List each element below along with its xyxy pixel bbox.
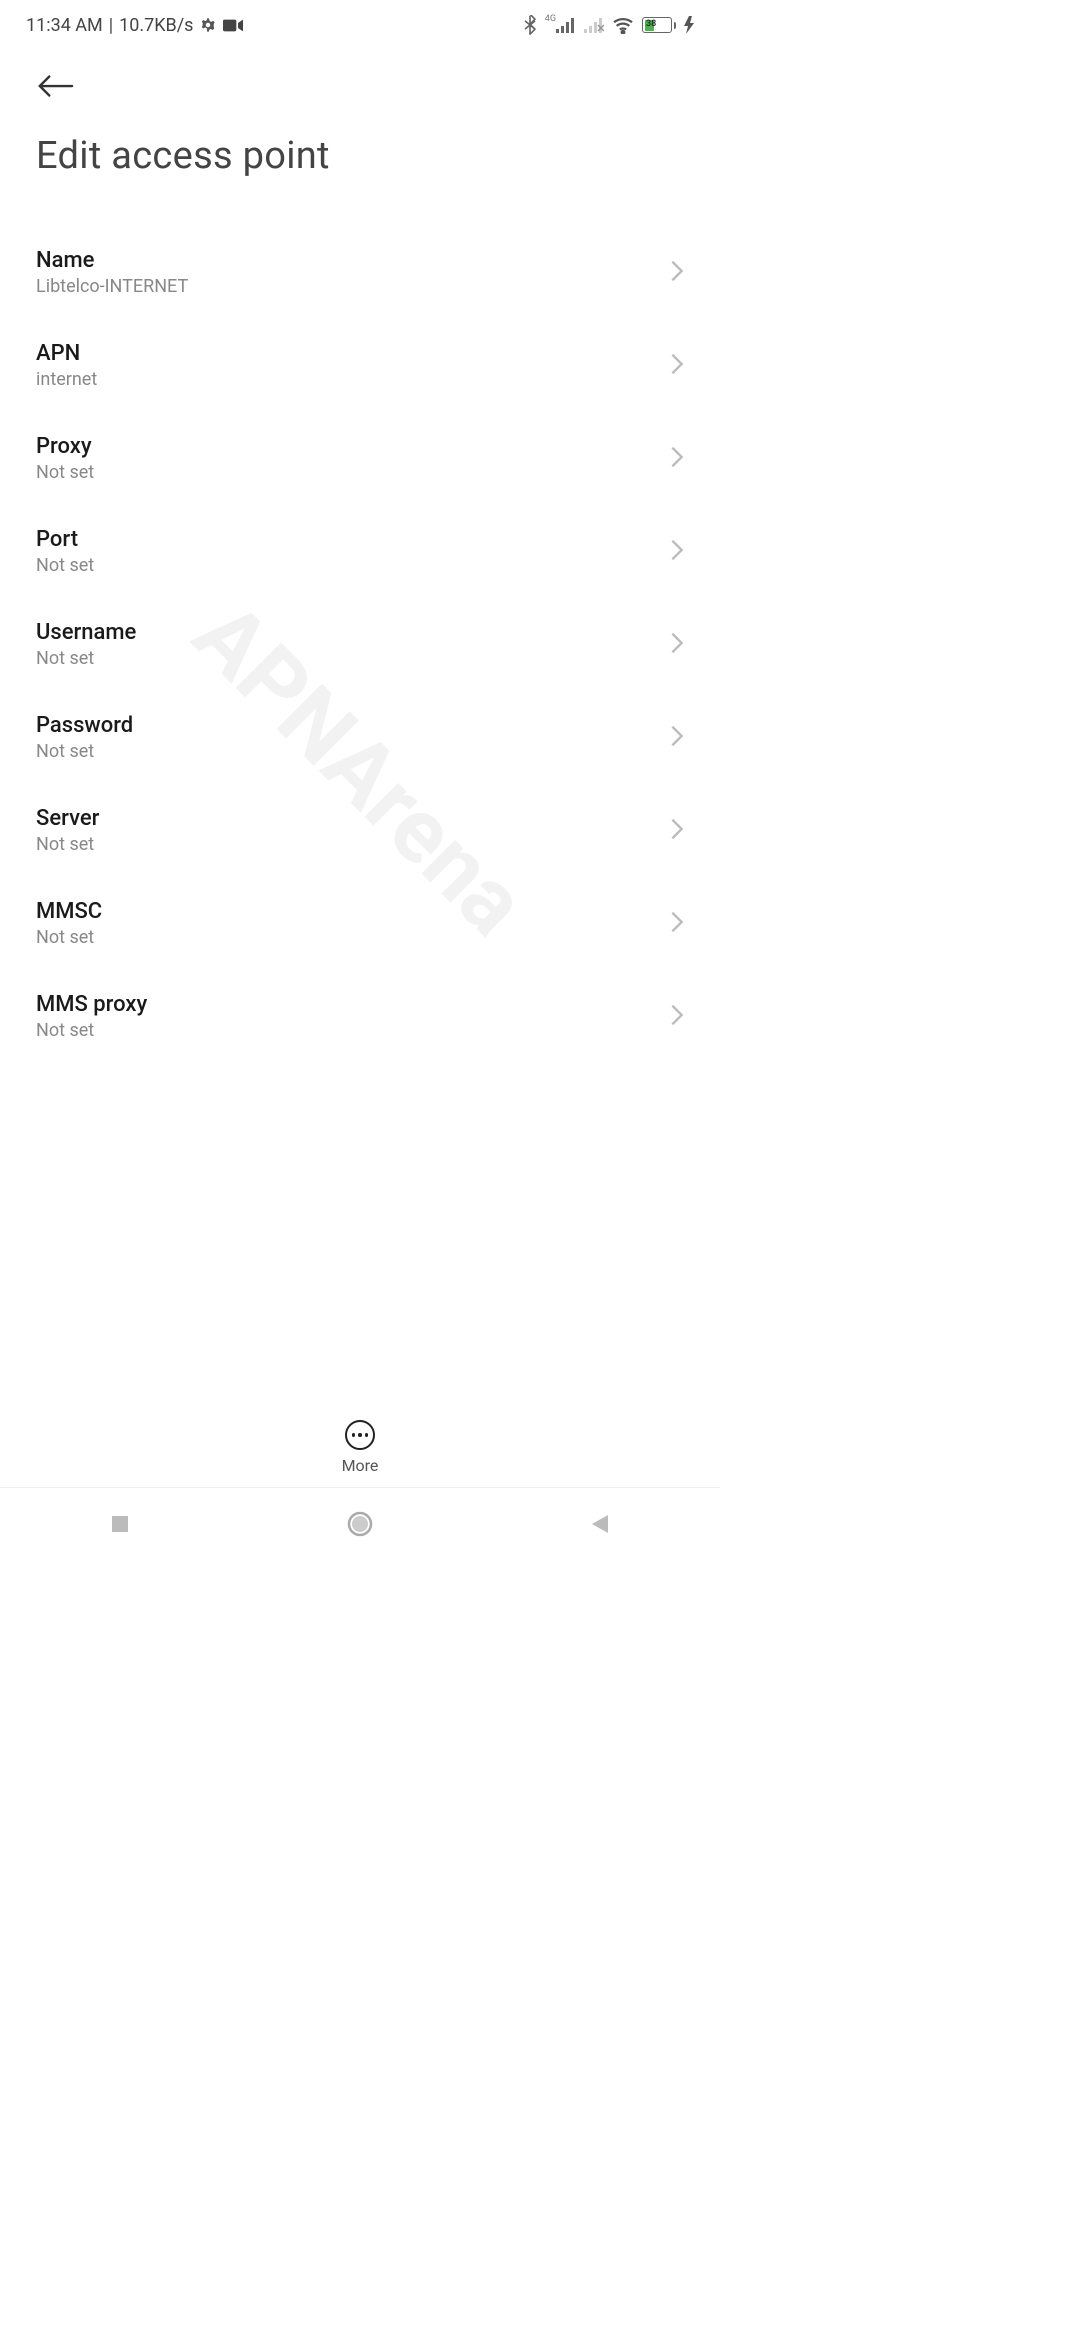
settings-item-label: MMS proxy <box>36 992 147 1017</box>
nav-back-button[interactable] <box>580 1504 620 1544</box>
back-button[interactable] <box>36 68 74 104</box>
charging-icon <box>684 16 694 34</box>
status-divider: | <box>109 15 113 36</box>
battery-icon: 38 <box>642 17 676 33</box>
settings-item-mmsc[interactable]: MMSC Not set <box>0 877 720 970</box>
triangle-left-icon <box>590 1513 610 1535</box>
signal-4g-icon: 4G <box>545 17 576 33</box>
settings-item-value: Not set <box>36 1020 147 1041</box>
settings-item-mms-proxy[interactable]: MMS proxy Not set <box>0 970 720 1063</box>
settings-item-label: Port <box>36 527 94 552</box>
settings-item-value: Not set <box>36 462 94 483</box>
chevron-right-icon <box>670 538 684 566</box>
settings-item-password[interactable]: Password Not set <box>0 691 720 784</box>
gear-icon <box>199 16 217 34</box>
settings-item-apn[interactable]: APN internet <box>0 319 720 412</box>
nav-recent-button[interactable] <box>100 1504 140 1544</box>
nav-home-button[interactable] <box>340 1504 380 1544</box>
status-left: 11:34 AM | 10.7KB/s <box>26 15 243 36</box>
status-bar: 11:34 AM | 10.7KB/s 4G 38 <box>0 0 720 50</box>
settings-item-value: Not set <box>36 648 136 669</box>
chevron-right-icon <box>670 445 684 473</box>
settings-item-label: Server <box>36 806 99 831</box>
app-header: Edit access point <box>0 50 720 178</box>
chevron-right-icon <box>670 631 684 659</box>
settings-item-label: Proxy <box>36 434 94 459</box>
page-title: Edit access point <box>36 134 684 178</box>
settings-item-value: Not set <box>36 555 94 576</box>
battery-level: 38 <box>646 19 656 29</box>
chevron-right-icon <box>670 724 684 752</box>
status-time: 11:34 AM <box>26 15 103 36</box>
bluetooth-icon <box>523 15 537 35</box>
chevron-right-icon <box>670 910 684 938</box>
settings-item-label: APN <box>36 341 97 366</box>
chevron-right-icon <box>670 1003 684 1031</box>
settings-list: Name Libtelco-INTERNET APN internet Prox… <box>0 226 720 1063</box>
settings-item-proxy[interactable]: Proxy Not set <box>0 412 720 505</box>
settings-item-port[interactable]: Port Not set <box>0 505 720 598</box>
settings-item-label: Username <box>36 620 136 645</box>
settings-item-value: Libtelco-INTERNET <box>36 276 188 297</box>
chevron-right-icon <box>670 817 684 845</box>
video-icon <box>223 18 243 33</box>
chevron-right-icon <box>670 352 684 380</box>
settings-item-server[interactable]: Server Not set <box>0 784 720 877</box>
settings-item-username[interactable]: Username Not set <box>0 598 720 691</box>
signal-none-icon <box>584 17 604 33</box>
settings-item-label: Name <box>36 248 188 273</box>
status-speed: 10.7KB/s <box>119 15 193 36</box>
settings-item-label: Password <box>36 713 133 738</box>
settings-item-label: MMSC <box>36 899 102 924</box>
settings-item-value: Not set <box>36 927 102 948</box>
settings-item-name[interactable]: Name Libtelco-INTERNET <box>0 226 720 319</box>
status-right: 4G 38 <box>523 15 694 35</box>
settings-item-value: Not set <box>36 741 133 762</box>
arrow-left-icon <box>36 74 74 98</box>
navigation-bar <box>0 1488 720 1560</box>
chevron-right-icon <box>670 259 684 287</box>
settings-item-value: internet <box>36 369 97 390</box>
settings-item-value: Not set <box>36 834 99 855</box>
circle-icon <box>347 1511 373 1537</box>
square-icon <box>110 1514 130 1534</box>
wifi-icon <box>612 16 634 34</box>
